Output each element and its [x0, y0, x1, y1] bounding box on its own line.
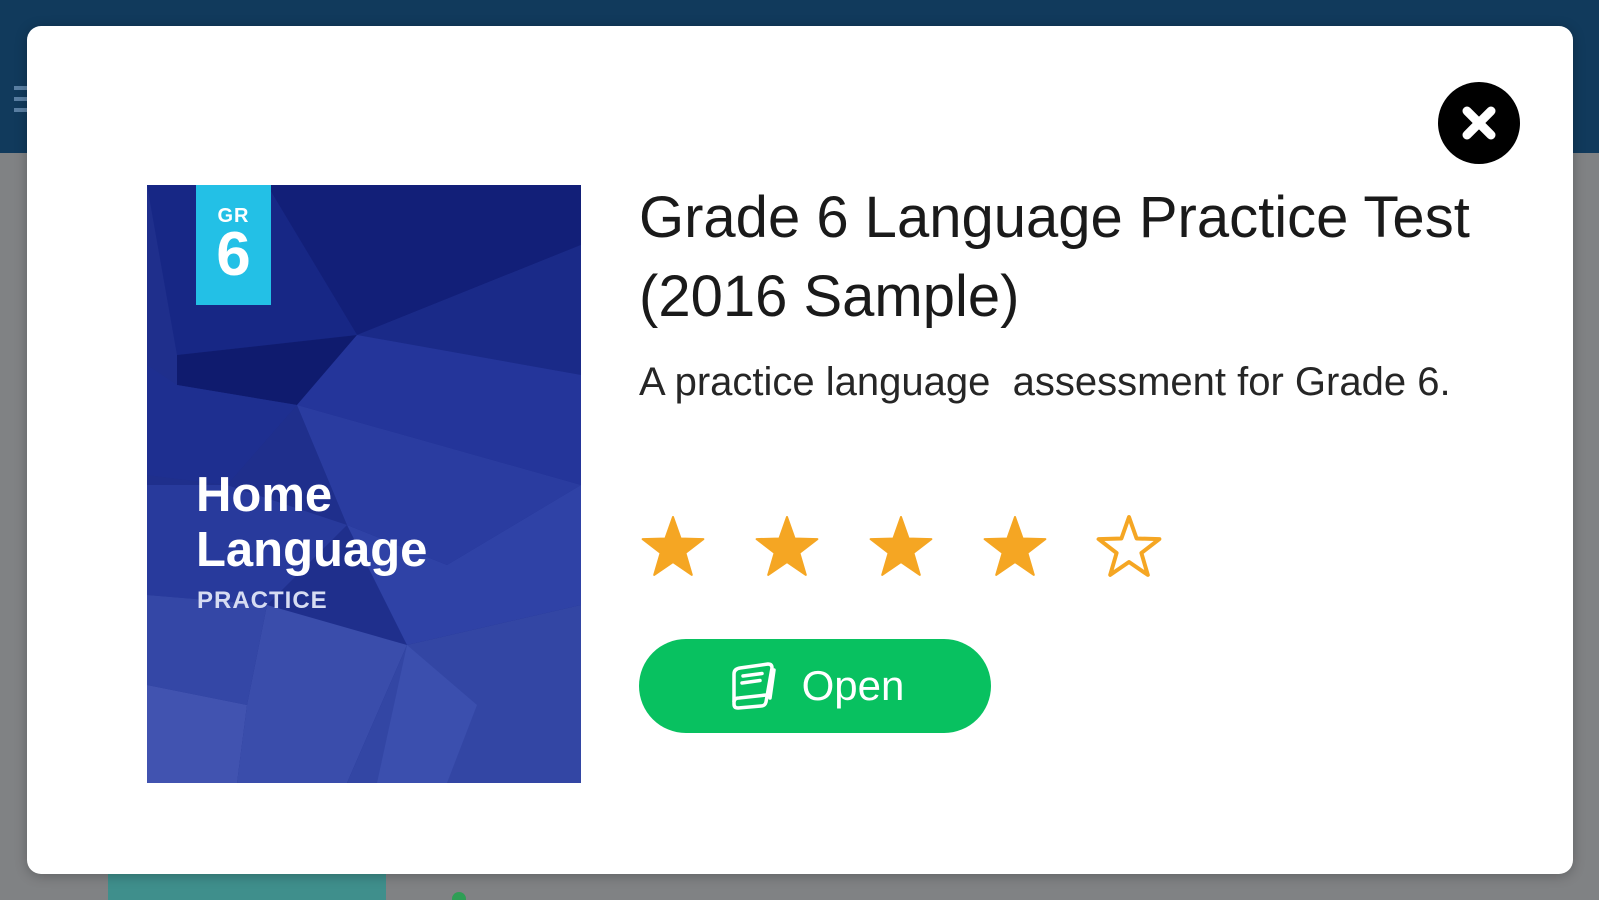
grade-badge: GR 6	[196, 185, 271, 305]
star-filled-icon[interactable]	[639, 514, 707, 582]
grade-number: 6	[216, 220, 251, 289]
open-button[interactable]: Open	[639, 639, 991, 733]
cover-title: Home Language	[196, 468, 428, 577]
book-cover-image: GR 6 Home Language PRACTICE	[147, 185, 581, 783]
resource-title: Grade 6 Language Practice Test (2016 Sam…	[639, 185, 1470, 329]
star-filled-icon[interactable]	[753, 514, 821, 582]
background-tile	[108, 872, 386, 900]
background-indicator	[452, 892, 466, 900]
cover-subtitle: PRACTICE	[197, 587, 328, 614]
star-rating[interactable]	[639, 514, 1163, 584]
hamburger-menu-icon	[14, 86, 28, 112]
star-filled-icon[interactable]	[867, 514, 935, 582]
close-button[interactable]	[1438, 82, 1520, 164]
book-icon	[731, 662, 776, 710]
resource-description: A practice language assessment for Grade…	[639, 360, 1451, 404]
resource-detail-modal: GR 6 Home Language PRACTICE Grade 6 Lang…	[27, 26, 1573, 874]
open-button-label: Open	[801, 662, 905, 709]
star-filled-icon[interactable]	[981, 514, 1049, 582]
close-icon	[1462, 106, 1496, 140]
star-empty-icon[interactable]	[1095, 514, 1163, 582]
